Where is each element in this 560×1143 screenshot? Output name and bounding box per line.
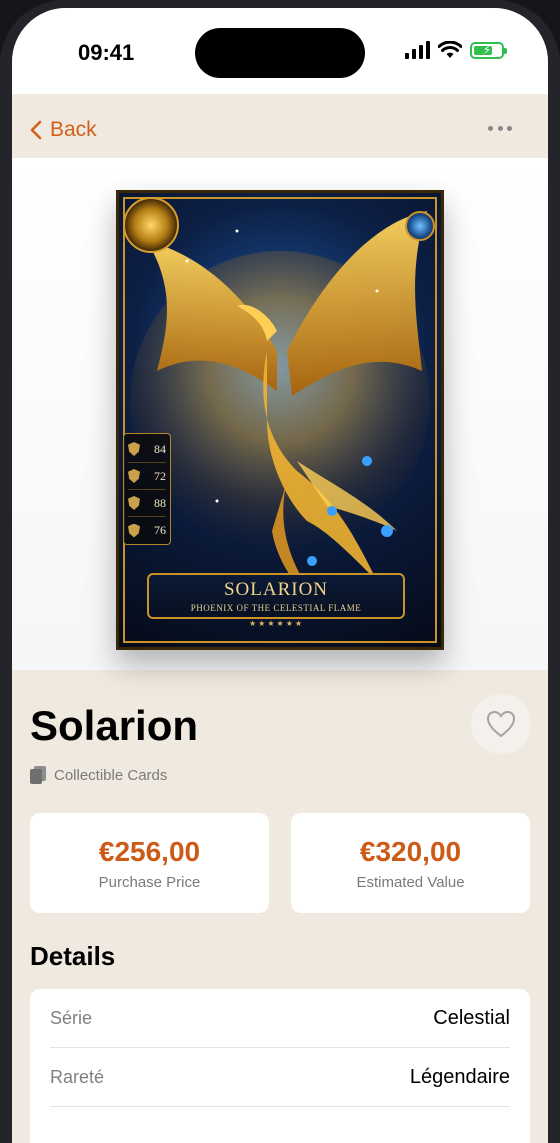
screen: 09:41 ⚡ Back 84 72 88 76 SOLARION PHOENI… [12, 8, 548, 1143]
card-stat-value: 84 [154, 441, 166, 456]
item-title: Solarion [30, 702, 199, 749]
collectible-card-image: 84 72 88 76 SOLARION PHOENIX OF THE CELE… [116, 190, 444, 650]
status-icons: ⚡ [405, 41, 507, 59]
gem-emblem-icon [405, 211, 435, 241]
favorite-button[interactable] [471, 694, 531, 754]
flame-icon [128, 523, 140, 538]
status-bar: 09:41 ⚡ [12, 8, 548, 94]
sun-emblem-icon [123, 197, 179, 253]
phone-frame: 09:41 ⚡ Back 84 72 88 76 SOLARION PHOENI… [0, 0, 560, 1143]
estimated-value-card: €320,00 Estimated Value [291, 813, 530, 913]
card-stat-value: 88 [154, 495, 166, 510]
more-options-button[interactable] [488, 118, 512, 138]
status-time: 09:41 [78, 40, 135, 65]
purchase-price-card: €256,00 Purchase Price [30, 813, 269, 913]
card-stars: ★★★★★★ [249, 619, 305, 628]
details-heading: Details [30, 941, 116, 971]
price-cards: €256,00 Purchase Price €320,00 Estimated… [30, 813, 530, 913]
dynamic-island [195, 28, 365, 78]
card-stat-value: 72 [154, 468, 166, 483]
card-stat-row: 88 [128, 490, 166, 517]
card-name-plate: SOLARION PHOENIX OF THE CELESTIAL FLAME [147, 573, 405, 619]
category-row: Collectible Cards [30, 766, 167, 784]
card-subtitle: PHOENIX OF THE CELESTIAL FLAME [190, 603, 362, 613]
wifi-icon [438, 41, 462, 58]
detail-label: Série [50, 1007, 93, 1028]
crown-icon [128, 496, 140, 510]
back-button[interactable]: Back [30, 118, 97, 142]
card-stat-row: 76 [128, 517, 166, 544]
card-image-area: 84 72 88 76 SOLARION PHOENIX OF THE CELE… [12, 158, 548, 670]
card-stat-value: 76 [154, 523, 166, 537]
ellipsis-icon [488, 125, 493, 131]
title-section: Solarion Collectible Cards [12, 670, 548, 810]
detail-value: Celestial [433, 1006, 510, 1029]
detail-row-rarete: Rareté Légendaire [50, 1048, 510, 1107]
card-stats-panel: 84 72 88 76 [123, 433, 171, 545]
detail-value: Légendaire [409, 1065, 510, 1088]
cellular-signal-icon [405, 41, 430, 59]
cards-icon [30, 766, 46, 784]
chevron-left-icon [30, 120, 42, 140]
detail-label: Rareté [50, 1066, 105, 1087]
shield-icon [128, 442, 140, 456]
detail-row-serie: Série Celestial [50, 989, 510, 1048]
purchase-price-label: Purchase Price [98, 873, 201, 891]
purchase-price-value: €256,00 [98, 835, 201, 867]
estimated-value-value: €320,00 [359, 835, 462, 867]
nav-bar: Back [12, 94, 548, 158]
back-label: Back [50, 118, 97, 141]
heart-icon [486, 710, 516, 738]
card-stat-row: 72 [128, 463, 166, 490]
card-name: SOLARION [223, 579, 329, 600]
estimated-value-label: Estimated Value [356, 873, 465, 891]
details-card: Série Celestial Rareté Légendaire [30, 989, 530, 1143]
shield-icon [128, 469, 140, 483]
battery-icon: ⚡ [470, 41, 507, 59]
category-label: Collectible Cards [54, 766, 168, 784]
card-stat-row: 84 [128, 436, 166, 463]
